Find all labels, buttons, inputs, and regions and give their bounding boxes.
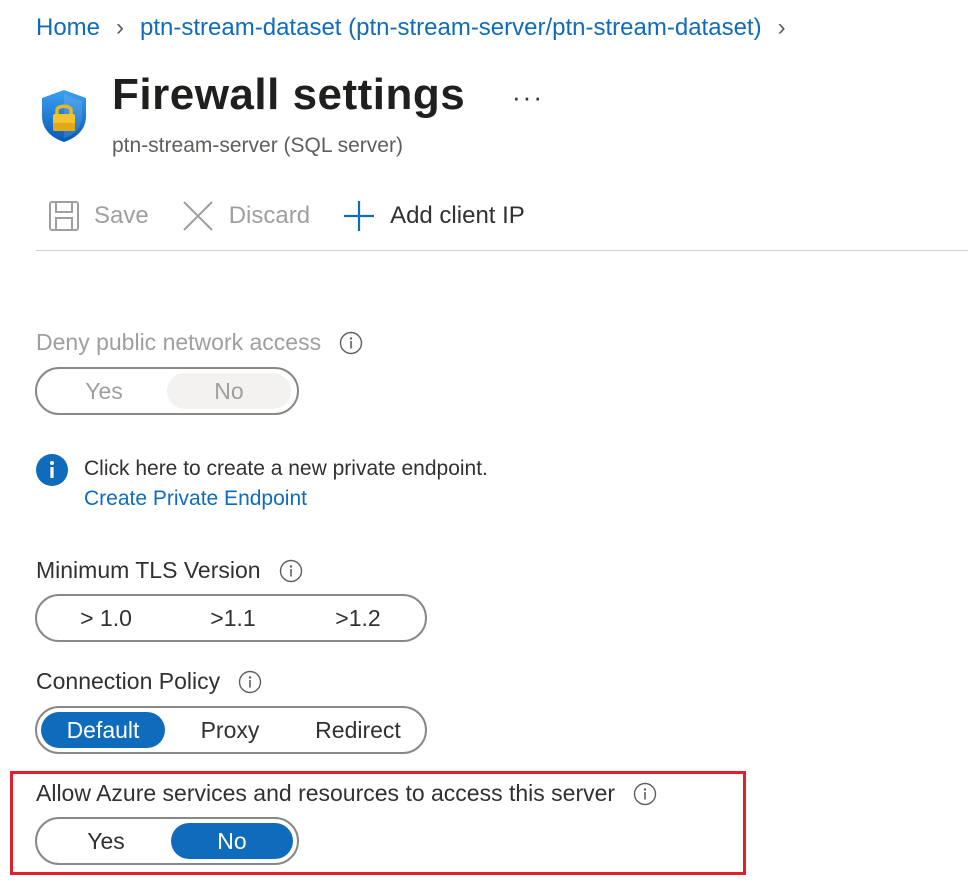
info-icon[interactable]: [633, 782, 657, 806]
plus-icon: [344, 201, 375, 231]
chevron-right-icon: ›: [116, 14, 125, 41]
shield-lock-icon: [42, 90, 86, 142]
discard-button[interactable]: Discard: [181, 199, 310, 233]
page-subtitle: ptn-stream-server (SQL server): [112, 134, 403, 157]
allow-azure-services-label: Allow Azure services and resources to ac…: [36, 780, 657, 807]
private-endpoint-info: Click here to create a new private endpo…: [36, 454, 488, 514]
save-icon: [49, 201, 79, 231]
tls-version-text: Minimum TLS Version: [36, 557, 261, 583]
deny-public-access-text: Deny public network access: [36, 329, 322, 355]
breadcrumb-dataset-link[interactable]: ptn-stream-dataset (ptn-stream-server/pt…: [140, 14, 762, 42]
info-icon[interactable]: [339, 331, 363, 355]
deny-public-yes-option[interactable]: Yes: [41, 373, 167, 409]
chevron-right-icon: ›: [777, 14, 786, 41]
connection-policy-text: Connection Policy: [36, 668, 221, 694]
toolbar-divider: [36, 250, 968, 251]
create-private-endpoint-link[interactable]: Create Private Endpoint: [84, 484, 488, 514]
allow-azure-yes-option[interactable]: Yes: [41, 823, 171, 859]
info-icon[interactable]: [279, 559, 303, 583]
save-label: Save: [94, 202, 149, 229]
info-filled-icon: [36, 454, 68, 486]
tls-option-1-2[interactable]: >1.2: [295, 600, 421, 636]
close-icon: [182, 201, 213, 231]
save-button[interactable]: Save: [48, 200, 149, 232]
page-title: Firewall settings: [112, 70, 466, 119]
tls-option-1-1[interactable]: >1.1: [171, 600, 295, 636]
connection-policy-proxy-option[interactable]: Proxy: [165, 712, 295, 748]
deny-public-no-option[interactable]: No: [167, 373, 291, 409]
tls-version-label: Minimum TLS Version: [36, 557, 303, 584]
allow-azure-services-toggle[interactable]: Yes No: [35, 817, 299, 865]
breadcrumb: Home › ptn-stream-dataset (ptn-stream-se…: [36, 14, 802, 42]
tls-option-1-0[interactable]: > 1.0: [41, 600, 171, 636]
info-icon[interactable]: [238, 670, 262, 694]
deny-public-access-toggle[interactable]: Yes No: [35, 367, 299, 415]
deny-public-access-label: Deny public network access: [36, 329, 363, 356]
allow-azure-no-option[interactable]: No: [171, 823, 293, 859]
toolbar: Save Discard Add client IP: [48, 196, 557, 236]
add-client-ip-label: Add client IP: [390, 202, 525, 229]
breadcrumb-home-link[interactable]: Home: [36, 14, 100, 42]
connection-policy-default-option[interactable]: Default: [41, 712, 165, 748]
add-client-ip-button[interactable]: Add client IP: [342, 199, 525, 233]
connection-policy-redirect-option[interactable]: Redirect: [295, 712, 421, 748]
allow-azure-services-text: Allow Azure services and resources to ac…: [36, 780, 616, 806]
tls-version-selector[interactable]: > 1.0 >1.1 >1.2: [35, 594, 427, 642]
connection-policy-selector[interactable]: Default Proxy Redirect: [35, 706, 427, 754]
connection-policy-label: Connection Policy: [36, 668, 262, 695]
more-options-button[interactable]: ···: [512, 82, 544, 113]
discard-label: Discard: [228, 202, 311, 229]
private-endpoint-message: Click here to create a new private endpo…: [84, 457, 488, 480]
